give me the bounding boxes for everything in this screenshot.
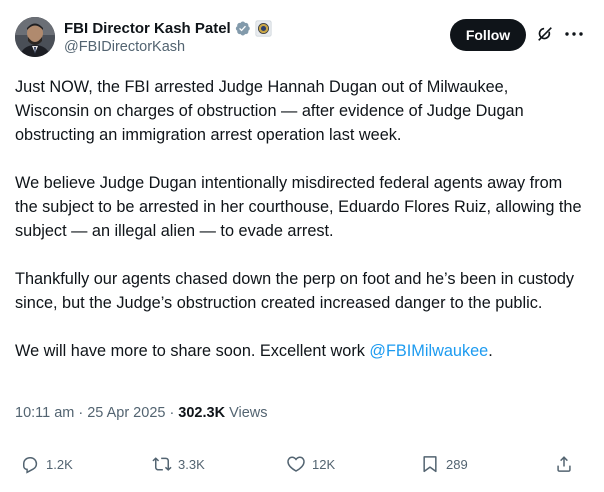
tweet-header: FBI Director Kash Patel @FBIDirectorKash… bbox=[15, 16, 590, 60]
like-count: 12K bbox=[312, 456, 336, 472]
repost-count: 3.3K bbox=[178, 456, 205, 472]
views-count[interactable]: 302.3K bbox=[178, 405, 225, 421]
display-name[interactable]: FBI Director Kash Patel bbox=[64, 20, 231, 37]
bookmark-count: 289 bbox=[446, 456, 468, 472]
meta-separator: · bbox=[169, 405, 175, 421]
share-icon bbox=[557, 456, 571, 472]
tweet-text: Just NOW, the FBI arrested Judge Hannah … bbox=[15, 75, 585, 387]
more-options-icon[interactable] bbox=[563, 24, 585, 44]
repost-icon bbox=[152, 457, 172, 471]
action-bar: 1.2K 3.3K 12K 289 bbox=[15, 452, 585, 476]
reply-button[interactable]: 1.2K bbox=[20, 452, 73, 476]
tweet-paragraph: Just NOW, the FBI arrested Judge Hannah … bbox=[15, 78, 524, 144]
bookmark-button[interactable]: 289 bbox=[420, 452, 468, 476]
tweet-meta: 10:11 am · 25 Apr 2025 · 302.3K Views bbox=[15, 403, 267, 423]
avatar[interactable] bbox=[15, 17, 55, 57]
meta-separator: · bbox=[78, 405, 84, 421]
repost-button[interactable]: 3.3K bbox=[152, 452, 205, 476]
reply-icon bbox=[23, 457, 38, 474]
tweet-paragraph: We believe Judge Dugan intentionally mis… bbox=[15, 174, 582, 240]
mention-link[interactable]: @FBIMilwaukee bbox=[369, 342, 488, 360]
author-handle[interactable]: @FBIDirectorKash bbox=[64, 39, 272, 55]
views-label: Views bbox=[229, 405, 268, 421]
follow-button[interactable]: Follow bbox=[450, 19, 526, 51]
tweet-paragraph: Thankfully our agents chased down the pe… bbox=[15, 270, 575, 312]
verified-badge-icon[interactable] bbox=[234, 20, 251, 37]
tweet-time[interactable]: 10:11 am bbox=[15, 405, 74, 421]
profile-photo-icon bbox=[15, 17, 55, 57]
tweet-paragraph-end: . bbox=[488, 342, 493, 360]
tweet-paragraph: We will have more to share soon. Excelle… bbox=[15, 339, 585, 363]
share-button[interactable] bbox=[554, 452, 574, 476]
grok-icon[interactable] bbox=[536, 25, 554, 43]
tweet-date[interactable]: 25 Apr 2025 bbox=[87, 405, 165, 421]
affiliate-seal-icon[interactable] bbox=[255, 19, 272, 37]
author-block: FBI Director Kash Patel @FBIDirectorKash bbox=[64, 18, 272, 55]
like-button[interactable]: 12K bbox=[286, 452, 335, 476]
reply-count: 1.2K bbox=[46, 456, 73, 472]
bookmark-icon bbox=[423, 456, 437, 473]
heart-icon bbox=[287, 456, 305, 472]
tweet-paragraph-text: We will have more to share soon. Excelle… bbox=[15, 342, 370, 360]
